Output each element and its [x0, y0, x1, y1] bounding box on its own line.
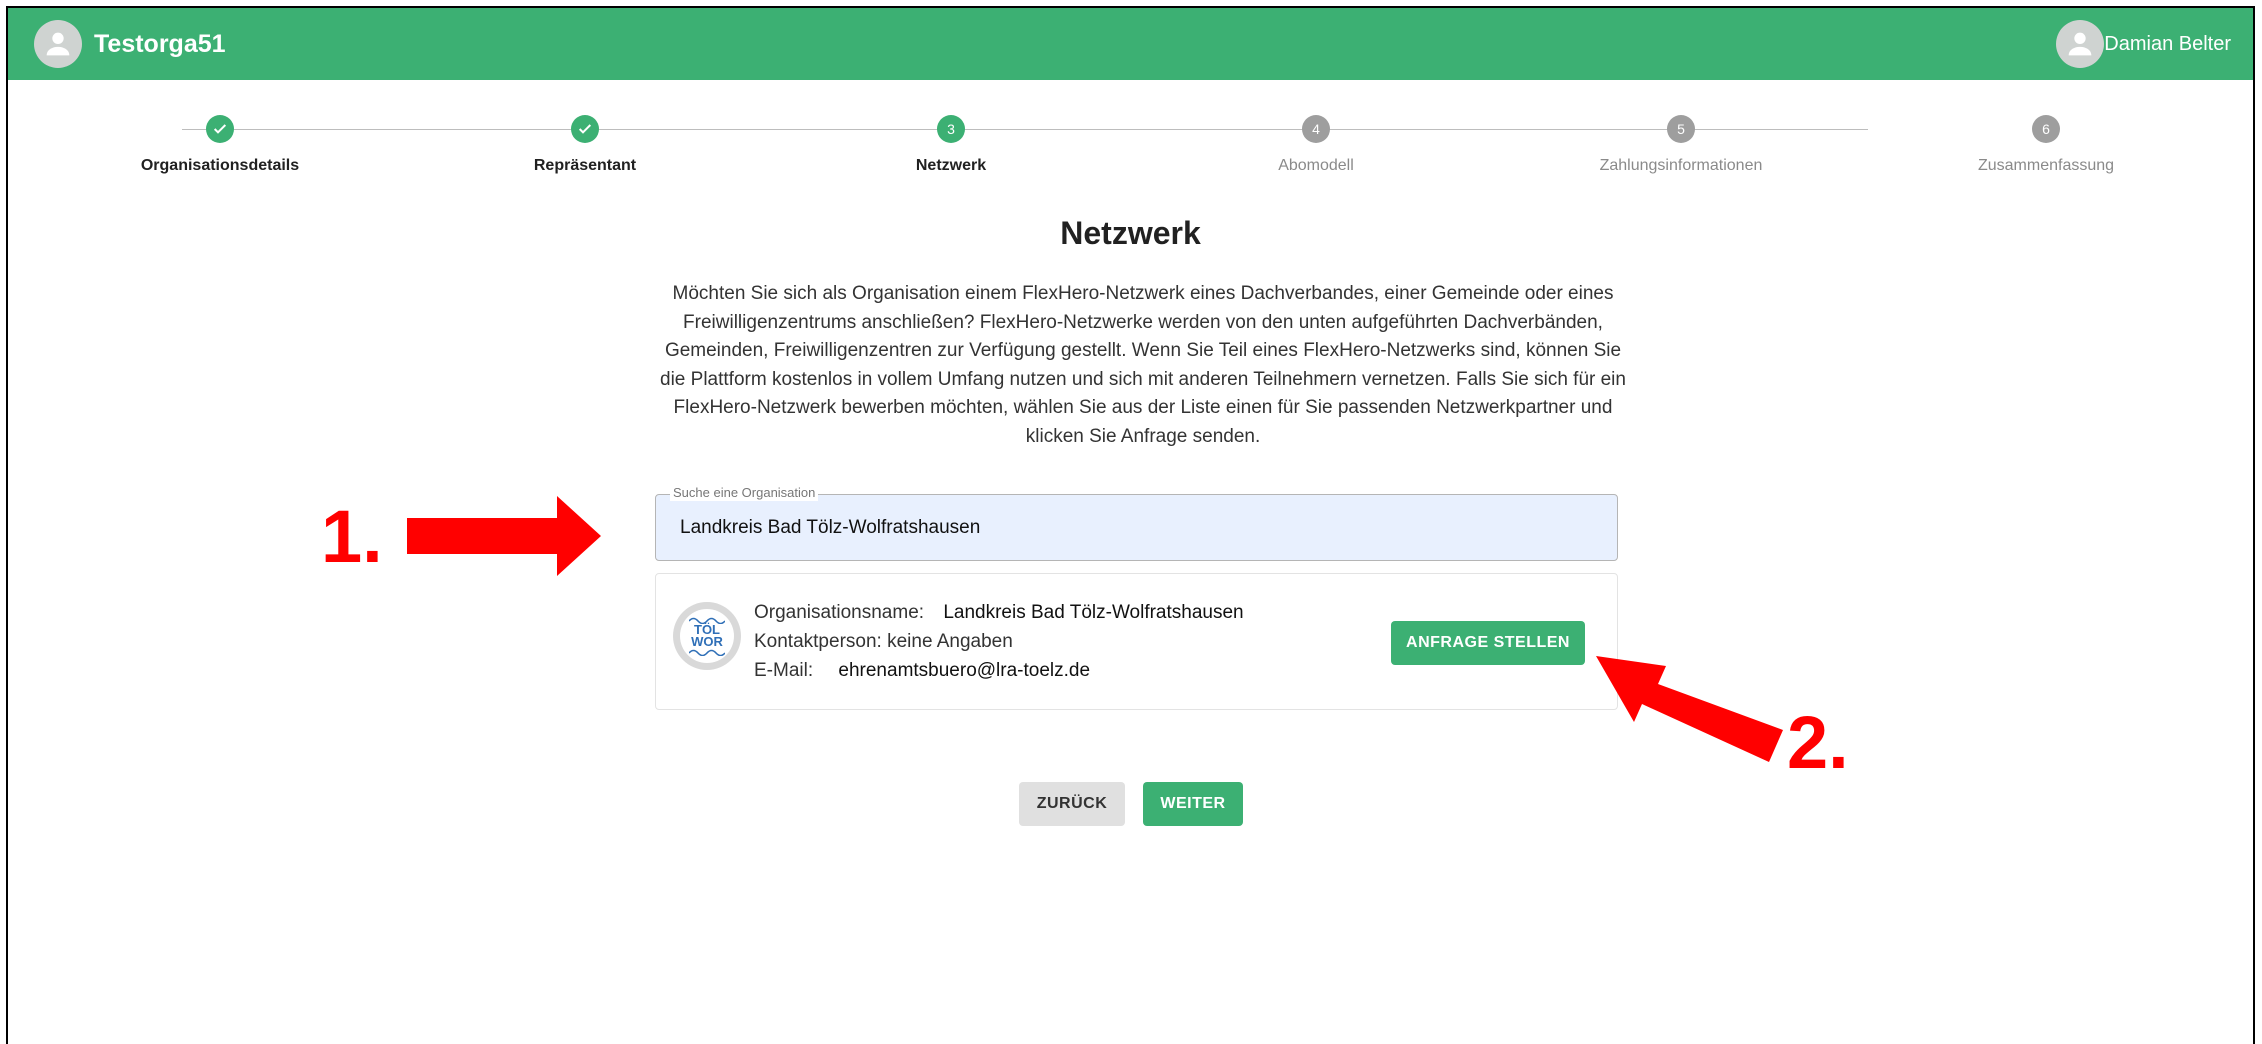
organisation-search-input[interactable]: [680, 517, 1580, 539]
step-organisationsdetails[interactable]: Organisationsdetails: [60, 112, 380, 175]
step-repraesentant[interactable]: Repräsentant: [425, 112, 745, 175]
network-description: Möchten Sie sich als Organisation einem …: [660, 283, 1626, 447]
person-icon: [2068, 32, 2092, 56]
organisation-search-field[interactable]: Suche eine Organisation: [655, 485, 1618, 561]
page-title: Netzwerk: [1060, 215, 1201, 251]
top-app-bar: Testorga51 Damian Belter: [8, 8, 2253, 80]
request-membership-button[interactable]: ANFRAGE STELLEN: [1391, 621, 1585, 665]
step-label: Repräsentant: [533, 157, 637, 174]
search-field-label: Suche eine Organisation: [670, 485, 819, 501]
back-button[interactable]: ZURÜCK: [1019, 782, 1125, 826]
user-menu[interactable]: Damian Belter: [2056, 20, 2231, 68]
email-row: E-Mail: ehrenamtsbuero@lra-toelz.de: [754, 656, 1244, 685]
step-label: Organisationsdetails: [140, 157, 300, 174]
contact-row: Kontaktperson: keine Angaben: [754, 627, 1244, 656]
person-icon: [46, 32, 70, 56]
annotation-step-2-label: 2.: [1787, 701, 1849, 784]
organisation-logo-mark: TÖL WOR: [680, 609, 734, 663]
email-value: ehrenamtsbuero@lra-toelz.de: [838, 660, 1091, 681]
logo-text-bottom: WOR: [691, 634, 723, 649]
wave-icon: [689, 649, 725, 656]
next-button[interactable]: WEITER: [1143, 782, 1243, 826]
annotation-step-1-label: 1.: [321, 495, 383, 578]
step-zahlungsinformationen: 5 Zahlungsinformationen: [1521, 112, 1841, 175]
step-number: 6: [2032, 115, 2060, 143]
check-icon: [571, 115, 599, 143]
organisation-result-card: TÖL WOR Organisationsname: Landkreis Bad…: [655, 573, 1618, 710]
contact-value: keine Angaben: [887, 631, 1013, 652]
org-avatar: [34, 20, 82, 68]
organisation-info: Organisationsname: Landkreis Bad Tölz-Wo…: [754, 598, 1244, 685]
check-icon: [206, 115, 234, 143]
org-name-row: Organisationsname: Landkreis Bad Tölz-Wo…: [754, 598, 1244, 627]
step-zusammenfassung: 6 Zusammenfassung: [1886, 112, 2206, 175]
step-abomodell: 4 Abomodell: [1156, 112, 1476, 175]
annotation-arrow-1-icon: [407, 496, 601, 576]
step-label: Netzwerk: [915, 157, 987, 174]
step-number: 3: [937, 115, 965, 143]
step-label: Zusammenfassung: [1977, 157, 2115, 174]
stepper: Organisationsdetails Repräsentant 3 Netz…: [8, 112, 2253, 192]
organisation-logo: TÖL WOR: [673, 602, 741, 670]
step-label: Zahlungsinformationen: [1599, 157, 1763, 174]
contact-label: Kontaktperson:: [754, 631, 882, 652]
app-window: Testorga51 Damian Belter Organisationsde…: [6, 6, 2255, 1044]
org-switcher[interactable]: Testorga51: [34, 20, 226, 68]
user-avatar: [2056, 20, 2105, 68]
step-number: 4: [1302, 115, 1330, 143]
user-name: Damian Belter: [2104, 32, 2231, 55]
step-label: Abomodell: [1278, 157, 1354, 174]
org-name: Testorga51: [94, 29, 226, 58]
org-name-value: Landkreis Bad Tölz-Wolfratshausen: [943, 602, 1244, 623]
step-netzwerk[interactable]: 3 Netzwerk: [791, 112, 1111, 175]
org-name-label: Organisationsname:: [754, 602, 925, 623]
step-number: 5: [1667, 115, 1695, 143]
annotation-arrow-2-icon: [1596, 656, 1783, 762]
email-label: E-Mail:: [754, 660, 814, 681]
